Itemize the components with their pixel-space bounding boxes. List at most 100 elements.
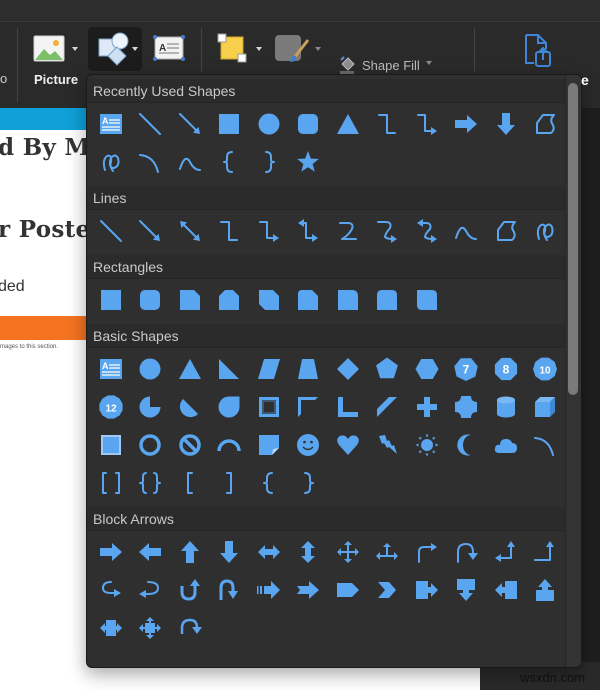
shape-item-quad-arrow-callout[interactable] (131, 610, 171, 646)
shape-item-left-brace[interactable] (249, 465, 289, 501)
shape-item-teardrop[interactable] (210, 389, 250, 425)
shape-item-elbow-connector[interactable] (368, 106, 408, 142)
shape-item-right-arrow-callout[interactable] (407, 572, 447, 608)
shape-fill-button[interactable]: Shape Fill (338, 56, 432, 74)
shape-item-chord[interactable] (170, 389, 210, 425)
shape-item-plaque[interactable] (447, 389, 487, 425)
shape-item-up-arrow-callout[interactable] (526, 572, 566, 608)
shape-item-cross[interactable] (407, 389, 447, 425)
shape-item-left-bracket[interactable] (170, 465, 210, 501)
shape-item-left-arrow[interactable] (131, 534, 171, 570)
shape-item-frame[interactable] (249, 389, 289, 425)
shape-item-triangle[interactable] (328, 106, 368, 142)
shape-item-up-arrow[interactable] (170, 534, 210, 570)
shape-item-left-right-up-arrow[interactable] (368, 534, 408, 570)
shape-item-no-symbol[interactable] (170, 427, 210, 463)
shape-item-cloud[interactable] (486, 427, 526, 463)
shape-item-curved-right-arrow[interactable] (91, 572, 131, 608)
shape-item-curved-down-arrow[interactable] (210, 572, 250, 608)
quick-styles-button[interactable] (272, 32, 310, 66)
shape-item-right-brace[interactable] (249, 144, 289, 180)
shape-item-can[interactable] (486, 389, 526, 425)
text-box-button[interactable]: A (152, 34, 186, 62)
share-button[interactable] (521, 32, 555, 70)
shape-item-smiley-face[interactable] (289, 427, 329, 463)
shape-item-curved-arrow-connector[interactable] (368, 213, 408, 249)
shape-item-line-double-arrow[interactable] (170, 213, 210, 249)
shape-item-curved-connector[interactable] (328, 213, 368, 249)
shape-item-curved-up-arrow[interactable] (170, 572, 210, 608)
shape-item-round-same-side[interactable] (368, 282, 408, 318)
shape-item-hexagon[interactable] (407, 351, 447, 387)
shape-item-block-arc[interactable] (210, 427, 250, 463)
shape-item-triangle[interactable] (170, 351, 210, 387)
shape-item-scribble[interactable] (91, 144, 131, 180)
shape-item-l-shape[interactable] (328, 389, 368, 425)
shape-item-trapezoid[interactable] (289, 351, 329, 387)
shape-item-decagon[interactable]: 10 (526, 351, 566, 387)
shape-item-right-brace[interactable] (289, 465, 329, 501)
shape-item-curved-left-arrow[interactable] (131, 572, 171, 608)
shape-item-pentagon-arrow[interactable] (328, 572, 368, 608)
shape-item-text-box[interactable]: A (91, 106, 131, 142)
picture-button[interactable] (33, 34, 67, 64)
shape-item-chevron[interactable] (368, 572, 408, 608)
shape-item-quad-arrow[interactable] (328, 534, 368, 570)
shape-item-notched-right-arrow[interactable] (289, 572, 329, 608)
gallery-scrollbar-thumb[interactable] (568, 83, 578, 395)
shape-item-left-up-arrow[interactable] (486, 534, 526, 570)
shape-item-curved-double-arrow-connector[interactable] (407, 213, 447, 249)
shape-item-elbow-double-arrow-connector[interactable] (289, 213, 329, 249)
shape-item-bevel[interactable] (91, 427, 131, 463)
shape-item-down-arrow[interactable] (486, 106, 526, 142)
shape-item-snip-diagonal[interactable] (249, 282, 289, 318)
shape-item-diamond[interactable] (328, 351, 368, 387)
shape-item-heptagon[interactable]: 7 (447, 351, 487, 387)
shape-item-down-arrow-callout[interactable] (447, 572, 487, 608)
shape-item-rounded-rectangle[interactable] (289, 106, 329, 142)
shapes-dropdown-caret[interactable] (132, 47, 138, 51)
shape-item-rounded-rectangle[interactable] (131, 282, 171, 318)
shape-item-arc[interactable] (526, 427, 566, 463)
shape-item-circular-arrow[interactable] (170, 610, 210, 646)
shape-item-star[interactable] (289, 144, 329, 180)
shape-item-striped-right-arrow[interactable] (249, 572, 289, 608)
shape-item-left-right-arrow[interactable] (249, 534, 289, 570)
shape-item-oval[interactable] (249, 106, 289, 142)
shape-item-u-turn-arrow[interactable] (447, 534, 487, 570)
shape-item-curve[interactable] (447, 213, 487, 249)
shape-item-rectangle[interactable] (210, 106, 250, 142)
shape-item-right-triangle[interactable] (210, 351, 250, 387)
shape-item-line[interactable] (91, 213, 131, 249)
shape-item-elbow-arrow-connector[interactable] (407, 106, 447, 142)
shape-item-scribble[interactable] (526, 213, 566, 249)
shape-item-arc[interactable] (131, 144, 171, 180)
shape-item-diagonal-stripe[interactable] (368, 389, 408, 425)
quick-styles-dropdown-caret[interactable] (315, 47, 321, 51)
shape-item-heart[interactable] (328, 427, 368, 463)
shape-item-left-brace[interactable] (210, 144, 250, 180)
shape-item-octagon[interactable]: 8 (486, 351, 526, 387)
shape-item-wave-curve[interactable] (170, 144, 210, 180)
shape-item-snip-single-corner[interactable] (170, 282, 210, 318)
shape-item-round-single-corner[interactable] (328, 282, 368, 318)
shape-item-double-bracket[interactable] (91, 465, 131, 501)
shape-item-sun[interactable] (407, 427, 447, 463)
shape-item-pentagon[interactable] (368, 351, 408, 387)
shape-item-half-frame[interactable] (289, 389, 329, 425)
shape-item-text-box[interactable]: A (91, 351, 131, 387)
picture-dropdown-caret[interactable] (72, 47, 78, 51)
shape-item-bent-arrow[interactable] (407, 534, 447, 570)
shape-item-folded-corner[interactable] (249, 427, 289, 463)
arrange-button[interactable] (216, 32, 250, 66)
shape-item-right-arrow[interactable] (447, 106, 487, 142)
shape-item-round-diagonal[interactable] (407, 282, 447, 318)
shape-item-line[interactable] (131, 106, 171, 142)
shape-item-freeform[interactable] (486, 213, 526, 249)
shape-item-up-down-arrow[interactable] (289, 534, 329, 570)
shape-item-freeform[interactable] (526, 106, 566, 142)
shape-item-donut[interactable] (131, 427, 171, 463)
shape-item-right-bracket[interactable] (210, 465, 250, 501)
shape-item-moon[interactable] (447, 427, 487, 463)
shape-item-bent-up-arrow[interactable] (526, 534, 566, 570)
